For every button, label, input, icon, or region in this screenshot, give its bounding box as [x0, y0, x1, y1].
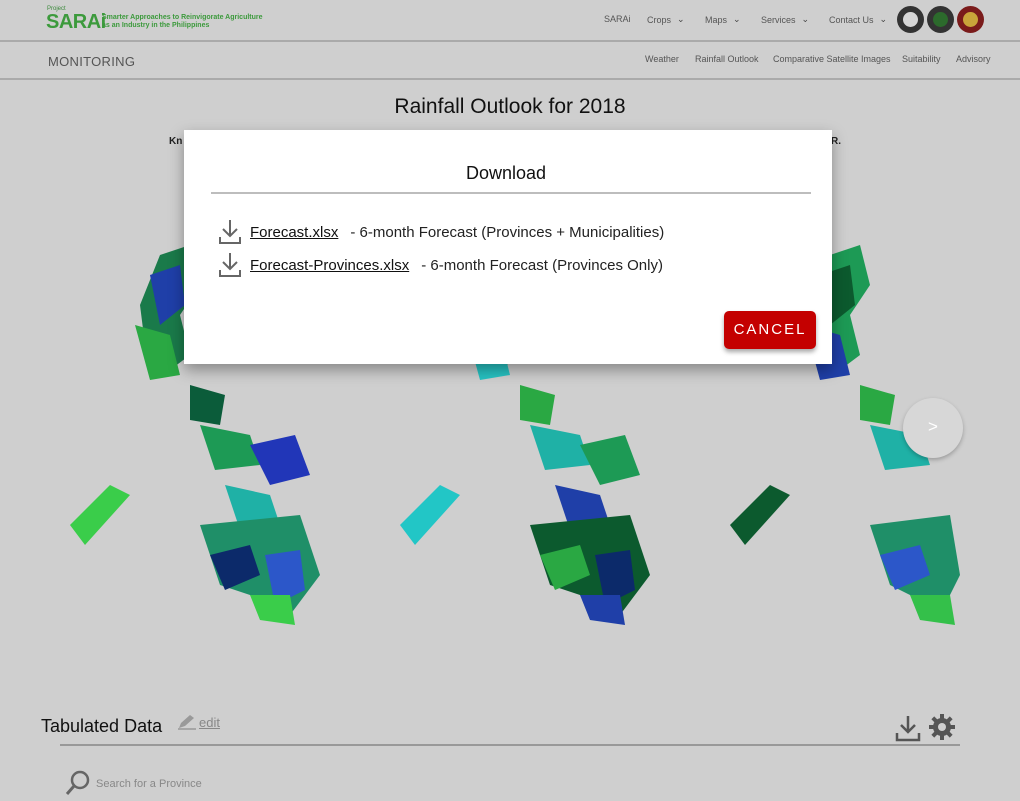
chevron-down-icon: ⌄: [677, 14, 685, 24]
nav-item-services[interactable]: Services ⌄: [761, 14, 809, 25]
nav-item-label: Crops: [647, 14, 672, 25]
sarai-logo[interactable]: Project SARAi Smarter Approaches to Rein…: [46, 6, 263, 36]
subnav-weather[interactable]: Weather: [645, 54, 679, 64]
pencil-icon: [178, 715, 196, 730]
agency-seal-icon: [897, 6, 924, 33]
intro-text-right: R.: [831, 136, 841, 147]
nav-item-label: Maps: [705, 14, 728, 25]
subnav-advisory[interactable]: Advisory: [956, 54, 991, 64]
nav-item-sarai[interactable]: SARAi: [604, 14, 631, 24]
download-icon: [219, 253, 241, 277]
nav-item-label: Services: [761, 14, 796, 25]
gear-icon[interactable]: [928, 713, 956, 741]
nav-item-crops[interactable]: Crops ⌄: [647, 14, 685, 25]
nav-item-maps[interactable]: Maps ⌄: [705, 14, 741, 25]
province-search-input[interactable]: Search for a Province: [96, 778, 202, 790]
file-description: - 6-month Forecast (Provinces + Municipa…: [350, 223, 665, 241]
modal-divider: [211, 192, 811, 194]
cancel-button[interactable]: CANCEL: [724, 311, 816, 349]
section-divider: [60, 744, 960, 746]
download-modal: Download Forecast.xlsx - 6-month Forecas…: [184, 130, 832, 364]
sub-navbar: MONITORING Weather Rainfall Outlook Comp…: [0, 42, 1020, 80]
subnav-satellite-images[interactable]: Comparative Satellite Images: [773, 54, 891, 64]
edit-link[interactable]: edit: [177, 714, 220, 730]
file-description: - 6-month Forecast (Provinces Only): [421, 256, 663, 274]
page-title: Rainfall Outlook for 2018: [394, 95, 626, 118]
tabulated-data-title: Tabulated Data: [41, 716, 163, 736]
agency-seal-icon: [927, 6, 954, 33]
chevron-down-icon: ⌄: [733, 14, 741, 24]
nav-item-label: Contact Us: [829, 14, 874, 25]
forecast-provinces-xlsx-link[interactable]: Forecast-Provinces.xlsx: [250, 257, 409, 274]
partner-seals: [897, 6, 984, 34]
modal-title: Download: [465, 163, 547, 183]
chevron-down-icon: ⌄: [879, 14, 888, 24]
logo-name: SARAi: [46, 11, 106, 33]
next-slide-button[interactable]: >: [903, 398, 963, 458]
nav-item-label: SARAi: [604, 14, 631, 24]
university-seal-icon: [957, 6, 984, 33]
edit-label: edit: [199, 714, 220, 730]
download-row-forecast-provinces: Forecast-Provinces.xlsx - 6-month Foreca…: [218, 252, 663, 278]
download-icon: [219, 220, 241, 244]
subnav-suitability[interactable]: Suitability: [902, 54, 941, 64]
chevron-down-icon: ⌄: [801, 14, 810, 24]
intro-text-left: Kn: [169, 136, 183, 147]
nav-item-contact[interactable]: Contact Us ⌄: [829, 14, 887, 25]
download-icon[interactable]: [895, 714, 921, 742]
subnav-rainfall-outlook[interactable]: Rainfall Outlook: [695, 54, 759, 64]
section-title: MONITORING: [48, 54, 136, 69]
logo-tagline: Smarter Approaches to Reinvigorate Agric…: [102, 14, 263, 29]
top-navbar: Project SARAi Smarter Approaches to Rein…: [0, 0, 1020, 42]
forecast-xlsx-link[interactable]: Forecast.xlsx: [250, 224, 338, 241]
download-row-forecast: Forecast.xlsx - 6-month Forecast (Provin…: [218, 219, 664, 245]
search-icon: [65, 770, 90, 795]
